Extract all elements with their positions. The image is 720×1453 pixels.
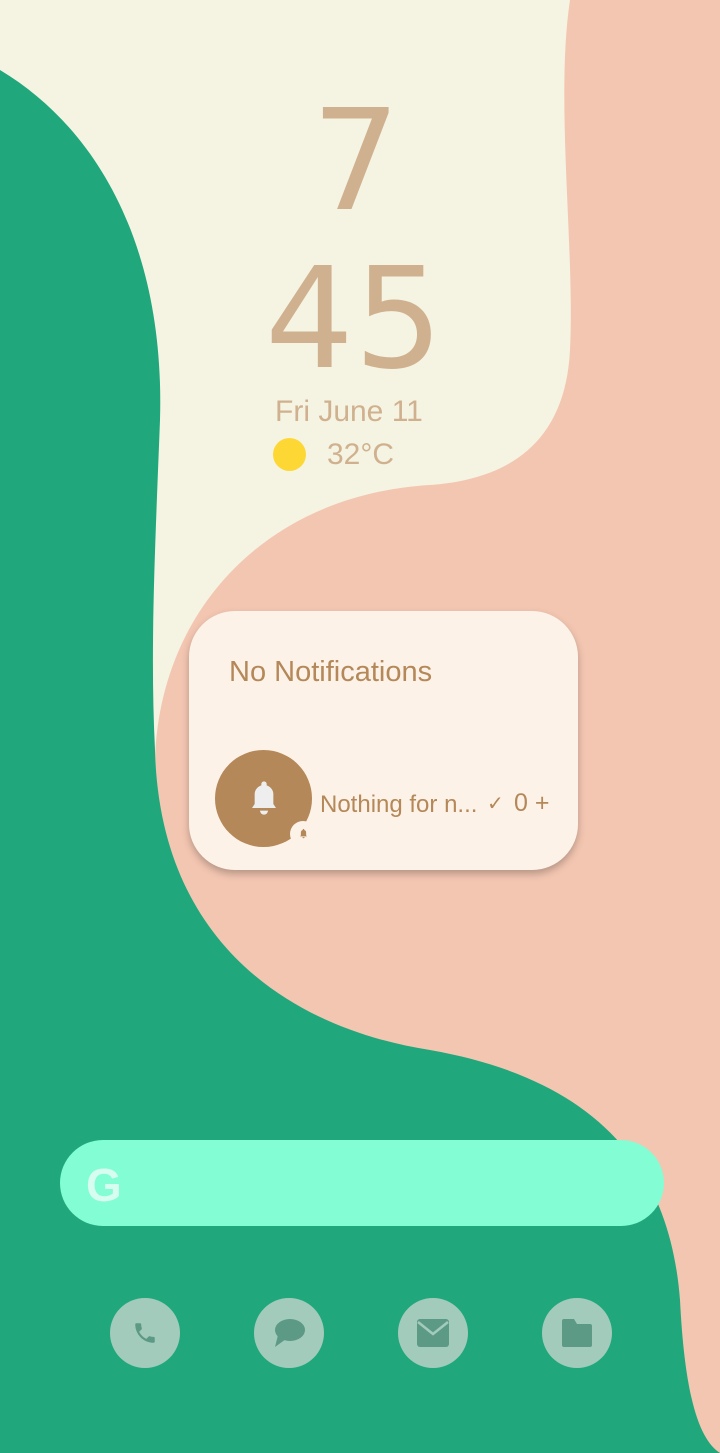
email-icon [417, 1319, 449, 1347]
temperature-label[interactable]: 32°C [327, 438, 394, 472]
notification-widget[interactable]: No Notifications Nothing for n... ✓ 0 + [189, 611, 578, 870]
notification-count: 0 + [514, 789, 549, 818]
badge [290, 821, 316, 847]
small-bell-icon [300, 828, 307, 839]
widget-title: No Notifications [229, 656, 433, 688]
dock-email[interactable] [398, 1298, 468, 1368]
phone-icon [135, 1323, 155, 1343]
messages-icon [275, 1319, 305, 1347]
sun-icon [273, 438, 306, 471]
add-button[interactable]: + [535, 789, 550, 817]
clock-hour[interactable]: 7 [0, 92, 716, 232]
search-bar[interactable]: G [60, 1140, 664, 1226]
dock-messages[interactable] [254, 1298, 324, 1368]
google-logo-icon: G [86, 1159, 122, 1211]
check-icon[interactable]: ✓ [487, 791, 504, 816]
date-label[interactable]: Fri June 11 [275, 395, 423, 429]
bell-icon [252, 781, 276, 815]
dock-phone[interactable] [110, 1298, 180, 1368]
notification-summary: Nothing for n... [320, 791, 478, 818]
files-icon [562, 1319, 592, 1347]
clock-minute[interactable]: 45 [0, 250, 714, 390]
dock-files[interactable] [542, 1298, 612, 1368]
count-value: 0 [514, 789, 528, 817]
